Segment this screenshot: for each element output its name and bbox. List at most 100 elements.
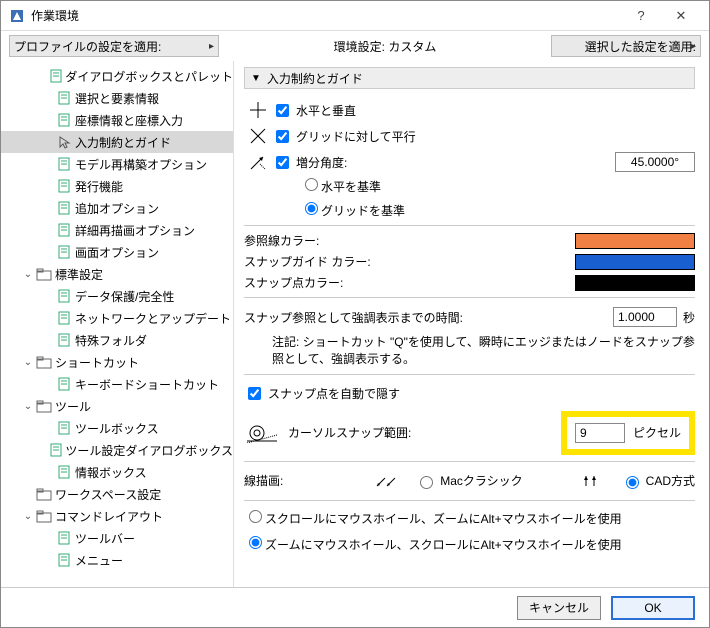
tree-item-label: ツールボックス <box>75 420 159 437</box>
apply-selected-combo[interactable]: 選択した設定を適用: ▸ <box>551 35 701 57</box>
tree-item-label: 選択と要素情報 <box>75 90 159 107</box>
cursor-snap-range-field[interactable] <box>575 423 625 443</box>
tree-item-icon <box>55 90 73 106</box>
tree-item[interactable]: 選択と要素情報 <box>1 87 233 109</box>
tree-item[interactable]: 発行機能 <box>1 175 233 197</box>
angle-arrow-icon <box>244 152 272 172</box>
section-header[interactable]: ▼ 入力制約とガイド <box>244 67 695 89</box>
auto-hide-snap-checkbox[interactable]: スナップ点を自動で隠す <box>244 384 400 403</box>
scroll-wheel-radio[interactable]: スクロールにマウスホイール、ズームにAlt+マウスホイールを使用 <box>244 507 695 527</box>
cursor-snap-range-unit: ピクセル <box>633 424 681 441</box>
grid-parallel-checkbox[interactable]: グリッドに対して平行 <box>272 127 416 146</box>
tree-item-icon <box>55 244 73 260</box>
mac-classic-radio[interactable]: Macクラシック <box>415 472 522 489</box>
cad-style-radio[interactable]: CAD方式 <box>621 472 695 489</box>
window-title: 作業環境 <box>31 7 621 24</box>
base-horizontal-radio[interactable]: 水平を基準 <box>300 175 695 195</box>
tree-item-icon <box>55 178 73 194</box>
tree-item-icon <box>55 222 73 238</box>
cursor-snap-range-label: カーソルスナップ範囲: <box>288 424 411 441</box>
tree-item[interactable]: データ保護/完全性 <box>1 285 233 307</box>
tree-item-icon <box>35 508 53 524</box>
tree-item[interactable]: ⌄ 標準設定 <box>1 263 233 285</box>
chevron-down-icon[interactable]: ⌄ <box>21 511 35 522</box>
tree-item-label: 入力制約とガイド <box>75 134 171 151</box>
dialog-footer: キャンセル OK <box>1 587 709 627</box>
tree-item-label: 画面オプション <box>75 244 159 261</box>
tree-item-label: ダイアログボックスとパレット <box>65 68 233 85</box>
snap-time-unit: 秒 <box>683 309 695 326</box>
tree-item-label: 追加オプション <box>75 200 159 217</box>
section-title: 入力制約とガイド <box>267 70 363 87</box>
tree-item-icon <box>55 134 73 150</box>
ok-button[interactable]: OK <box>611 596 695 620</box>
tree-item-label: コマンドレイアウト <box>55 508 163 525</box>
tree-item-label: キーボードショートカット <box>75 376 219 393</box>
chevron-down-icon[interactable]: ⌄ <box>21 401 35 412</box>
topbar: プロファイルの設定を適用: ▸ 環境設定: カスタム 選択した設定を適用: ▸ <box>1 31 709 61</box>
chevron-down-icon[interactable]: ⌄ <box>21 269 35 280</box>
cancel-button[interactable]: キャンセル <box>517 596 601 620</box>
tree-item[interactable]: ⌄ コマンドレイアウト <box>1 505 233 527</box>
tree-item-label: データ保護/完全性 <box>75 288 174 305</box>
profile-apply-combo[interactable]: プロファイルの設定を適用: ▸ <box>9 35 219 57</box>
snap-point-color-label: スナップ点カラー: <box>244 274 414 291</box>
close-button[interactable]: ✕ <box>661 2 701 30</box>
tree-item-label: 標準設定 <box>55 266 103 283</box>
cross-icon <box>244 126 272 146</box>
tree-item-icon <box>55 332 73 348</box>
profile-apply-label: プロファイルの設定を適用: <box>14 38 161 55</box>
ref-color-label: 参照線カラー: <box>244 232 414 249</box>
tree-item[interactable]: モデル再構築オプション <box>1 153 233 175</box>
increment-angle-field[interactable] <box>615 152 695 172</box>
tree-item-label: 座標情報と座標入力 <box>75 112 183 129</box>
tree-item[interactable]: 追加オプション <box>1 197 233 219</box>
snap-guide-color-swatch[interactable] <box>575 254 695 270</box>
increment-angle-checkbox[interactable]: 増分角度: <box>272 153 347 172</box>
tree-item[interactable]: メニュー <box>1 549 233 571</box>
tree-item[interactable]: ⌄ツール <box>1 395 233 417</box>
snap-point-color-swatch[interactable] <box>575 275 695 291</box>
tree-item[interactable]: ネットワークとアップデート <box>1 307 233 329</box>
tree-item-label: ツール設定ダイアログボックス <box>65 442 233 459</box>
ref-color-swatch[interactable] <box>575 233 695 249</box>
horiz-vert-checkbox[interactable]: 水平と垂直 <box>272 101 356 120</box>
mac-classic-icon <box>375 473 401 489</box>
base-grid-radio[interactable]: グリッドを基準 <box>300 199 695 219</box>
tree-item[interactable]: ツールバー <box>1 527 233 549</box>
tree-item-icon <box>55 156 73 172</box>
tree-item[interactable]: ⌄ショートカット <box>1 351 233 373</box>
tree-item-icon <box>55 464 73 480</box>
tree-item[interactable]: 座標情報と座標入力 <box>1 109 233 131</box>
chevron-right-icon: ▸ <box>691 41 696 52</box>
snap-guide-color-label: スナップガイド カラー: <box>244 253 414 270</box>
tree-item[interactable]: 詳細再描画オプション <box>1 219 233 241</box>
triangle-down-icon: ▼ <box>251 73 261 84</box>
tree-item-icon <box>55 112 73 128</box>
tree-item[interactable]: キーボードショートカット <box>1 373 233 395</box>
content-panel: ▼ 入力制約とガイド 水平と垂直 グリッドに対して平行 増分角度: 水平を基準 … <box>234 61 709 587</box>
tree-item-icon <box>55 376 73 392</box>
help-button[interactable]: ? <box>621 2 661 30</box>
settings-tree[interactable]: ダイアログボックスとパレット選択と要素情報座標情報と座標入力入力制約とガイドモデ… <box>1 61 234 587</box>
tree-item-icon <box>35 354 53 370</box>
tree-item[interactable]: ツールボックス <box>1 417 233 439</box>
tree-item-label: 特殊フォルダ <box>75 332 147 349</box>
tree-item[interactable]: 入力制約とガイド <box>1 131 233 153</box>
chevron-down-icon[interactable]: ⌄ <box>21 357 35 368</box>
tree-item-icon <box>35 486 53 502</box>
titlebar: 作業環境 ? ✕ <box>1 1 709 31</box>
shortcut-note: 注記: ショートカット "Q"を使用して、瞬時にエッジまたはノードをスナップ参照… <box>272 334 695 368</box>
tree-item[interactable]: 特殊フォルダ <box>1 329 233 351</box>
zoom-wheel-radio[interactable]: ズームにマウスホイール、スクロールにAlt+マウスホイールを使用 <box>244 533 695 553</box>
tree-item[interactable]: 画面オプション <box>1 241 233 263</box>
tree-item[interactable]: ワークスペース設定 <box>1 483 233 505</box>
tree-item[interactable]: ダイアログボックスとパレット <box>1 65 233 87</box>
perpendicular-icon <box>244 100 272 120</box>
tree-item-icon <box>55 200 73 216</box>
snap-time-field[interactable] <box>613 307 677 327</box>
tree-item[interactable]: ツール設定ダイアログボックス <box>1 439 233 461</box>
app-icon <box>9 8 25 24</box>
tree-item[interactable]: 情報ボックス <box>1 461 233 483</box>
tree-item-label: メニュー <box>75 552 123 569</box>
